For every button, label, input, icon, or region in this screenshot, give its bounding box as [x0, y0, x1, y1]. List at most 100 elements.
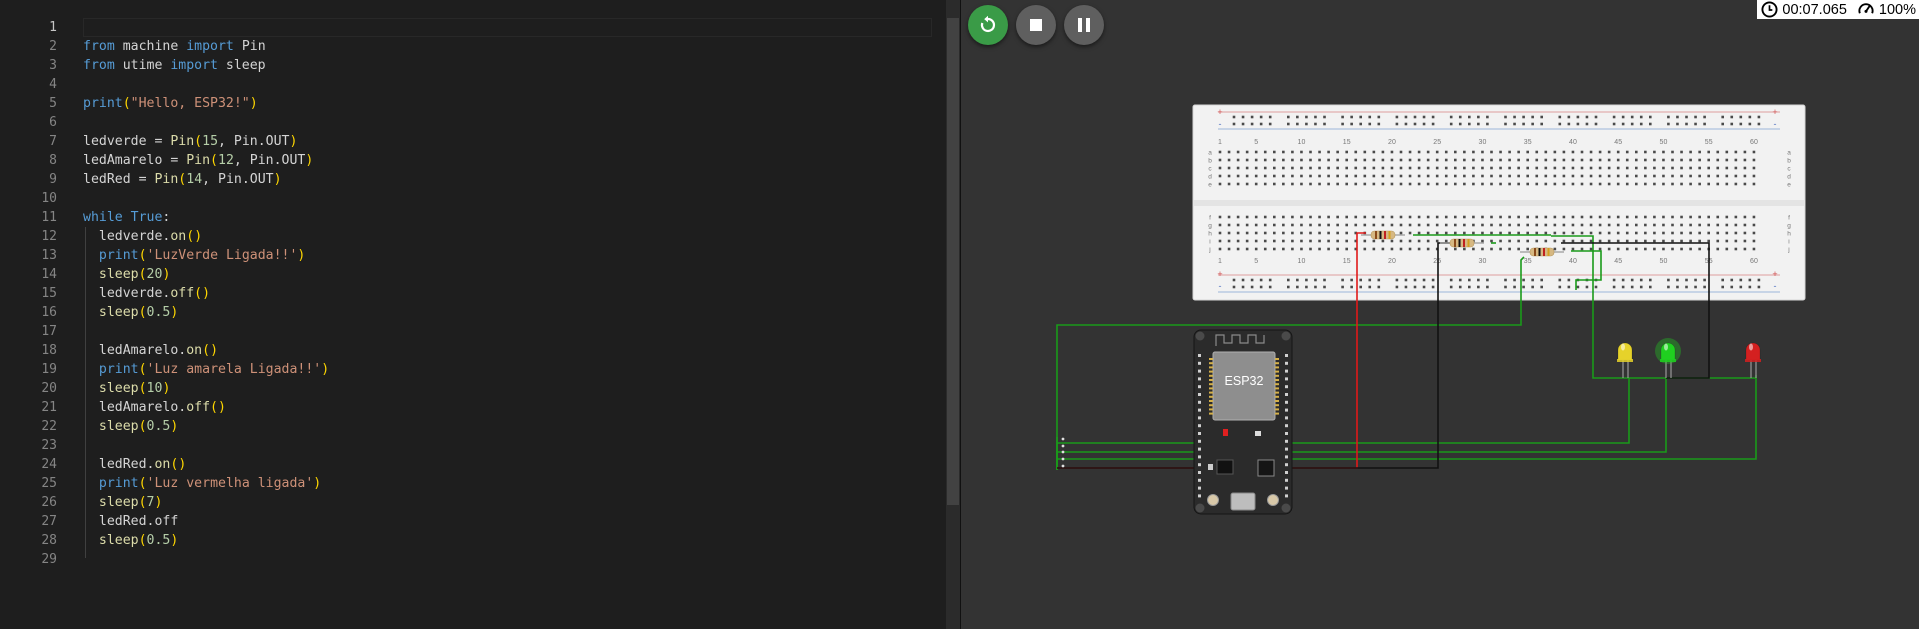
breadboard-hole [1553, 174, 1557, 178]
breadboard-hole [1241, 278, 1245, 282]
breadboard-hole [1309, 182, 1312, 186]
breadboard-hole [1327, 182, 1330, 186]
breadboard-hole [1540, 122, 1543, 126]
breadboard-hole [1716, 231, 1720, 235]
wire-endpoint [1061, 457, 1065, 461]
code-line[interactable]: print("Hello, ESP32!") [83, 94, 932, 113]
code-line[interactable] [83, 322, 932, 341]
code-line[interactable] [83, 75, 932, 94]
simulation-canvas[interactable]: 1 1 5 5 10 10 15 15 20 20 25 25 30 30 35 35 40 40 45 45 50 50… [961, 0, 1919, 629]
code-line[interactable]: ledAmarelo = Pin(12, Pin.OUT) [83, 151, 932, 170]
breadboard-column-number: 35 [1524, 258, 1532, 265]
breadboard-hole [1463, 166, 1466, 170]
module-pad [1275, 374, 1279, 377]
code-line[interactable]: ledverde.on() [83, 227, 932, 246]
breadboard-hole [1318, 239, 1321, 243]
code-line[interactable]: ledRed = Pin(14, Pin.OUT) [83, 170, 932, 189]
breadboard-hole [1625, 215, 1629, 219]
code-line[interactable] [83, 436, 932, 455]
breadboard-hole [1468, 278, 1471, 282]
header-pin [1198, 463, 1201, 467]
code-editor[interactable]: 1 2 3 4 5 6 7 8 9 10 11 12 13 14 15 16 17 18 19 20 21 22 23 24 2… [0, 0, 946, 629]
line-number: 24 [41, 457, 57, 472]
restart-button[interactable] [968, 5, 1008, 45]
code-line[interactable]: sleep(0.5) [83, 531, 932, 550]
code-line[interactable]: ledRed.off [83, 512, 932, 531]
breadboard-hole [1341, 278, 1344, 282]
led-green [1660, 342, 1676, 361]
breadboard-hole [1381, 223, 1385, 227]
code-line[interactable] [83, 113, 932, 132]
code-line[interactable]: ledverde.off() [83, 284, 932, 303]
code-line[interactable]: print('Luz amarela Ligada!!') [83, 360, 932, 379]
editor-scrollbar-thumb[interactable] [947, 18, 959, 505]
breadboard-hole [1517, 182, 1520, 186]
code-line[interactable]: ledverde = Pin(15, Pin.OUT) [83, 132, 932, 151]
breadboard-column-number: 20 [1388, 258, 1396, 265]
breadboard-hole [1644, 215, 1647, 219]
breadboard-row-letter: h [1208, 231, 1212, 238]
breadboard-rail-symbol: + [1772, 269, 1777, 279]
stop-button[interactable] [1016, 5, 1056, 45]
breadboard-hole [1743, 247, 1747, 251]
code-line[interactable]: print('LuzVerde Ligada!!') [83, 246, 932, 265]
mounting-hole [1281, 331, 1291, 341]
breadboard-hole [1372, 239, 1376, 243]
breadboard-hole [1336, 239, 1339, 243]
voltage-regulator [1216, 459, 1234, 475]
code-line[interactable]: from machine import Pin [83, 37, 932, 56]
breadboard-hole [1399, 247, 1403, 251]
breadboard-hole [1490, 166, 1493, 170]
header-pin [1285, 400, 1288, 404]
code-line[interactable] [83, 18, 932, 37]
code-line[interactable]: while True: [83, 208, 932, 227]
module-pad [1209, 387, 1213, 390]
code-line[interactable]: sleep(0.5) [83, 303, 932, 322]
breadboard-hole [1236, 231, 1240, 235]
breadboard-hole [1449, 285, 1453, 289]
breadboard-hole [1314, 115, 1317, 119]
code-area[interactable]: from machine import Pin from utime import… [83, 18, 932, 569]
breadboard-hole [1245, 174, 1249, 178]
breadboard-hole [1752, 158, 1756, 162]
breadboard-hole [1671, 158, 1674, 162]
breadboard-hole [1644, 239, 1647, 243]
code-line[interactable] [83, 189, 932, 208]
code-line[interactable]: sleep(20) [83, 265, 932, 284]
pause-button[interactable] [1064, 5, 1104, 45]
code-line[interactable]: ledAmarelo.off() [83, 398, 932, 417]
breadboard-hole [1408, 150, 1412, 154]
resistor-3 [1529, 247, 1555, 257]
breadboard-row-letter: f [1209, 215, 1211, 222]
breadboard-hole [1580, 158, 1584, 162]
code-line[interactable]: sleep(7) [83, 493, 932, 512]
breadboard-hole [1540, 278, 1543, 282]
breadboard-hole [1314, 122, 1317, 126]
module-pad [1275, 400, 1279, 402]
breadboard-hole [1463, 182, 1466, 186]
breadboard-hole [1689, 239, 1692, 243]
breadboard-hole [1598, 182, 1602, 186]
breadboard-hole [1607, 247, 1611, 251]
line-number: 7 [49, 134, 57, 149]
code-line[interactable] [83, 550, 932, 569]
code-line[interactable]: ledRed.on() [83, 455, 932, 474]
breadboard-hole [1580, 223, 1584, 227]
breadboard-hole [1287, 115, 1290, 119]
breadboard-hole [1607, 182, 1611, 186]
module-pad [1275, 379, 1279, 381]
breadboard-hole [1630, 285, 1634, 289]
wire-endpoint [1061, 437, 1065, 441]
code-line[interactable]: print('Luz vermelha ligada') [83, 474, 932, 493]
code-line[interactable]: from utime import sleep [83, 56, 932, 75]
breadboard-hole [1350, 285, 1353, 289]
breadboard-column-number: 50 [1660, 258, 1668, 265]
breadboard-hole [1544, 182, 1548, 186]
breadboard-hole [1589, 182, 1593, 186]
code-line[interactable]: ledAmarelo.on() [83, 341, 932, 360]
code-line[interactable]: sleep(0.5) [83, 417, 932, 436]
breadboard-hole [1616, 174, 1620, 178]
breadboard-hole [1734, 150, 1738, 154]
code-line[interactable]: sleep(10) [83, 379, 932, 398]
breadboard-hole [1422, 115, 1426, 119]
